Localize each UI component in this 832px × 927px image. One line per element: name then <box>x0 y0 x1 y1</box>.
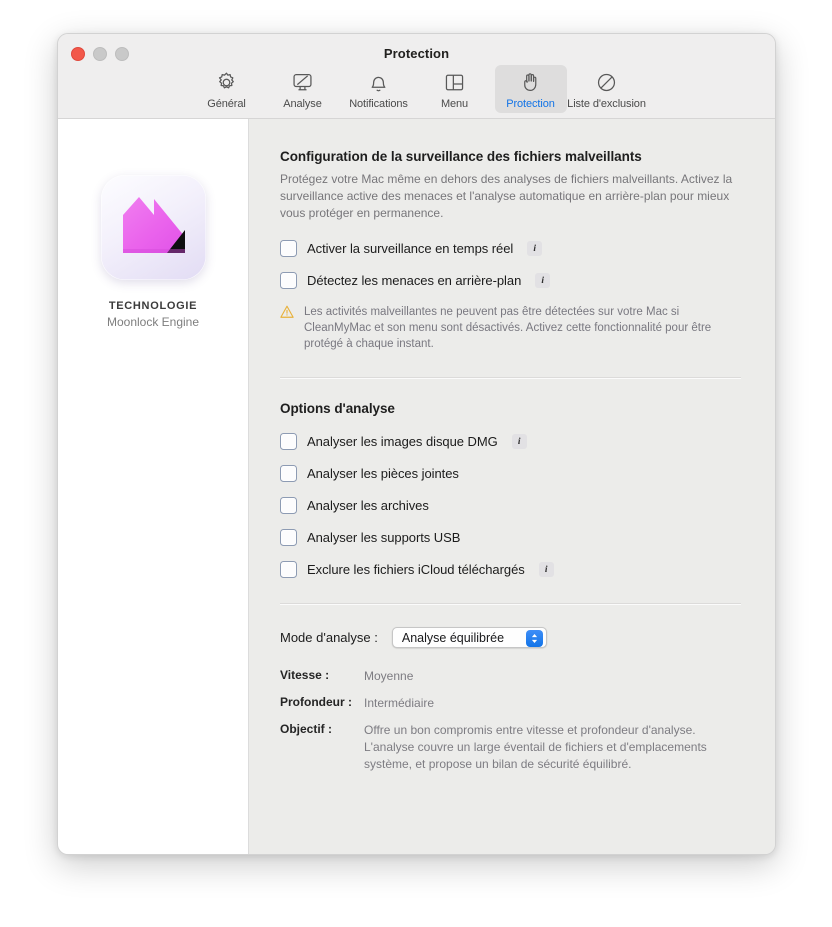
checkbox-background-threats[interactable] <box>280 272 297 289</box>
tab-protection-label: Protection <box>506 98 555 110</box>
option-scan-attachments-label: Analyser les pièces jointes <box>307 466 459 481</box>
scan-mode-select[interactable]: Analyse équilibrée <box>391 627 547 648</box>
checkbox-scan-dmg[interactable] <box>280 433 297 450</box>
detail-speed-value: Moyenne <box>364 669 414 683</box>
no-entry-icon <box>595 69 618 95</box>
sidebar-caption: TECHNOLOGIE <box>108 300 198 312</box>
detail-objective-value: Offre un bon compromis entre vitesse et … <box>364 723 707 771</box>
option-scan-archives[interactable]: Analyser les archives <box>280 497 741 514</box>
sidebar: TECHNOLOGIE Moonlock Engine <box>58 119 249 854</box>
divider-top <box>280 377 741 379</box>
scan-mode-row: Mode d'analyse : Analyse équilibrée <box>280 627 741 648</box>
tab-analyse[interactable]: Analyse <box>267 65 339 113</box>
tab-general[interactable]: Général <box>191 65 263 113</box>
option-scan-attachments[interactable]: Analyser les pièces jointes <box>280 465 741 482</box>
option-realtime-monitoring-label: Activer la surveillance en temps réel <box>307 241 514 256</box>
checkbox-scan-usb[interactable] <box>280 529 297 546</box>
main-content: Configuration de la surveillance des fic… <box>249 119 775 854</box>
window-body: TECHNOLOGIE Moonlock Engine Configuratio… <box>58 119 775 854</box>
scan-options-title: Options d'analyse <box>280 401 395 416</box>
chevron-up-down-icon <box>525 630 543 647</box>
bell-icon <box>367 69 390 95</box>
tab-exclusion-list-label: Liste d'exclusion <box>567 98 646 110</box>
tab-notifications-label: Notifications <box>349 98 408 110</box>
detail-speed-key: Vitesse : <box>280 668 330 682</box>
protection-warning-text: Les activités malveillantes ne peuvent p… <box>304 306 712 350</box>
window-title: Protection <box>383 46 450 61</box>
warning-triangle-icon <box>280 305 294 352</box>
info-icon-scan-dmg[interactable]: i <box>511 434 527 449</box>
divider-bottom <box>280 603 741 605</box>
tab-general-label: Général <box>207 98 246 110</box>
detail-depth-key: Profondeur : <box>280 695 352 709</box>
checkbox-scan-attachments[interactable] <box>280 465 297 482</box>
option-scan-dmg[interactable]: Analyser les images disque DMG i <box>280 433 741 450</box>
tab-analyse-label: Analyse <box>283 98 322 110</box>
option-background-threats[interactable]: Détectez les menaces en arrière-plan i <box>280 272 741 289</box>
option-realtime-monitoring[interactable]: Activer la surveillance en temps réel i <box>280 240 741 257</box>
tab-protection[interactable]: Protection <box>494 65 567 113</box>
option-scan-usb-label: Analyser les supports USB <box>307 530 461 545</box>
option-scan-archives-label: Analyser les archives <box>307 498 429 513</box>
sidebar-subtitle: Moonlock Engine <box>106 315 200 329</box>
tab-exclusion-list[interactable]: Liste d'exclusion <box>567 65 646 113</box>
monitor-scan-icon <box>291 69 314 95</box>
option-scan-dmg-label: Analyser les images disque DMG <box>307 434 498 449</box>
malware-section-title: Configuration de la surveillance des fic… <box>280 149 642 164</box>
detail-row-objective: Objectif : Offre un bon compromis entre … <box>280 722 741 773</box>
menubar-layout-icon <box>443 69 466 95</box>
window-titlebar: Protection Général Analyse Notifications… <box>58 34 775 119</box>
detail-row-depth: Profondeur : Intermédiaire <box>280 695 741 712</box>
scan-mode-label: Mode d'analyse : <box>280 630 378 645</box>
checkbox-realtime-monitoring[interactable] <box>280 240 297 257</box>
option-exclude-icloud[interactable]: Exclure les fichiers iCloud téléchargés … <box>280 561 741 578</box>
detail-depth-value: Intermédiaire <box>364 696 435 710</box>
hand-stop-icon <box>519 69 542 95</box>
scan-mode-selected-value: Analyse équilibrée <box>401 630 505 645</box>
tab-menu[interactable]: Menu <box>419 65 491 113</box>
info-icon-background-threats[interactable]: i <box>535 273 551 288</box>
detail-objective-key: Objectif : <box>280 722 333 736</box>
tab-notifications[interactable]: Notifications <box>343 65 415 113</box>
checkbox-exclude-icloud[interactable] <box>280 561 297 578</box>
gear-icon <box>215 69 238 95</box>
moonlock-engine-app-icon <box>100 175 206 280</box>
protection-warning: Les activités malveillantes ne peuvent p… <box>280 304 741 352</box>
malware-section-description: Protégez votre Mac même en dehors des an… <box>280 172 733 220</box>
option-exclude-icloud-label: Exclure les fichiers iCloud téléchargés <box>307 562 525 577</box>
option-scan-usb[interactable]: Analyser les supports USB <box>280 529 741 546</box>
preferences-toolbar: Général Analyse Notifications Menu Prote… <box>58 65 775 113</box>
preferences-window: Protection Général Analyse Notifications… <box>57 33 776 855</box>
tab-menu-label: Menu <box>440 98 469 110</box>
screenshot-root: Protection Général Analyse Notifications… <box>0 0 832 927</box>
checkbox-scan-archives[interactable] <box>280 497 297 514</box>
info-icon-exclude-icloud[interactable]: i <box>538 562 554 577</box>
info-icon-realtime-monitoring[interactable]: i <box>527 241 543 256</box>
option-background-threats-label: Détectez les menaces en arrière-plan <box>307 273 522 288</box>
detail-row-speed: Vitesse : Moyenne <box>280 668 741 685</box>
